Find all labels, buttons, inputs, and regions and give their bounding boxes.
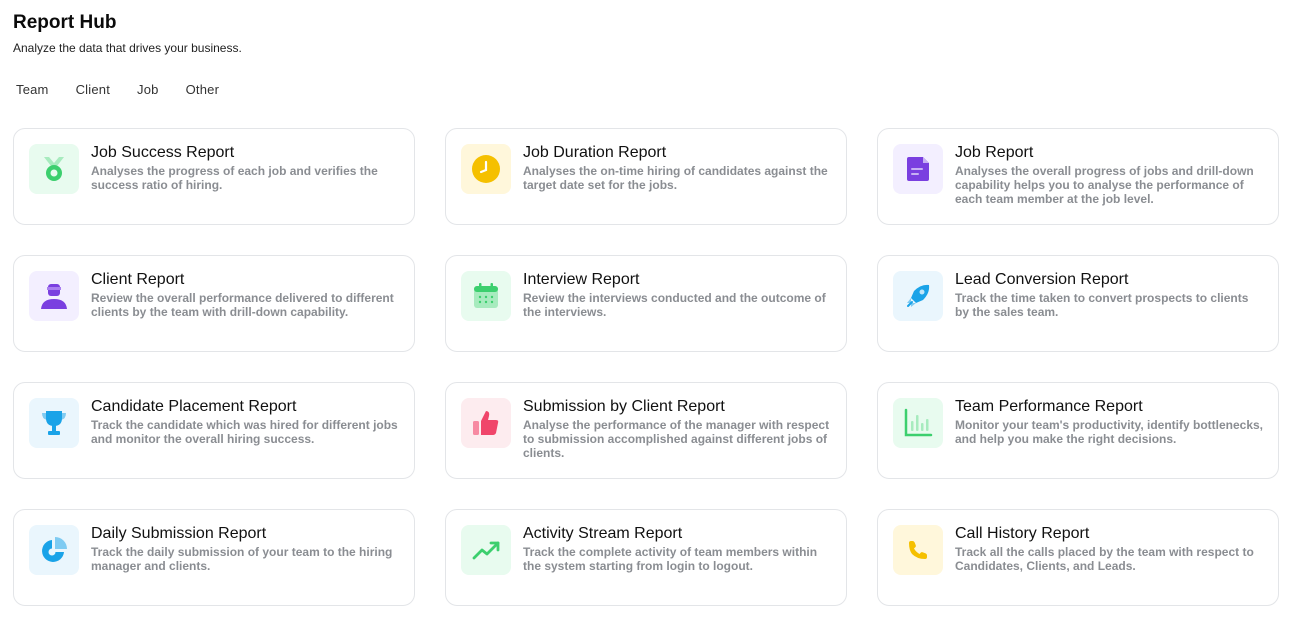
report-card-submission-by-client[interactable]: Submission by Client Report Analyse the … [445,382,847,479]
calendar-icon [472,282,500,310]
card-description: Track the daily submission of your team … [91,545,393,573]
card-title: Job Report [955,144,1034,161]
card-description: Analyses the overall progress of jobs an… [955,164,1254,206]
card-description: Track the candidate which was hired for … [91,418,398,446]
page-title: Report Hub [13,12,117,33]
report-card-lead-conversion[interactable]: Lead Conversion Report Track the time ta… [877,255,1279,352]
card-title: Job Success Report [91,144,235,161]
pie-chart-icon [39,535,69,565]
report-card-activity-stream[interactable]: Activity Stream Report Track the complet… [445,509,847,606]
icon-box [29,271,79,321]
icon-box [893,271,943,321]
card-title: Lead Conversion Report [955,271,1129,288]
card-title: Call History Report [955,525,1090,542]
category-tabs: Team Client Job Other [16,82,246,97]
icon-box [893,525,943,575]
report-hub-page: Report Hub Analyze the data that drives … [0,0,1294,625]
report-card-candidate-placement[interactable]: Candidate Placement Report Track the can… [13,382,415,479]
icon-box [461,398,511,448]
icon-box [461,525,511,575]
icon-box [893,398,943,448]
card-title: Submission by Client Report [523,398,725,415]
card-description: Track the time taken to convert prospect… [955,291,1249,319]
thumbs-up-icon [471,408,501,438]
report-grid: Job Success Report Analyses the progress… [13,128,1279,606]
rocket-icon [903,281,933,311]
report-card-client[interactable]: Client Report Review the overall perform… [13,255,415,352]
bar-chart-icon [903,408,933,438]
card-description: Review the interviews conducted and the … [523,291,826,319]
tab-client[interactable]: Client [76,82,110,97]
card-description: Review the overall performance delivered… [91,291,394,319]
report-card-job[interactable]: Job Report Analyses the overall progress… [877,128,1279,225]
report-card-team-performance[interactable]: Team Performance Report Monitor your tea… [877,382,1279,479]
page-subtitle: Analyze the data that drives your busine… [13,41,242,55]
card-title: Team Performance Report [955,398,1143,415]
card-title: Client Report [91,271,185,288]
card-title: Activity Stream Report [523,525,683,542]
report-card-call-history[interactable]: Call History Report Track all the calls … [877,509,1279,606]
card-description: Track the complete activity of team memb… [523,545,818,573]
phone-icon [906,538,930,562]
trend-up-icon [471,535,501,565]
icon-box [461,271,511,321]
report-card-job-duration[interactable]: Job Duration Report Analyses the on-time… [445,128,847,225]
clock-icon [471,154,501,184]
card-description: Track all the calls placed by the team w… [955,545,1254,573]
icon-box [29,525,79,575]
report-card-interview[interactable]: Interview Report Review the interviews c… [445,255,847,352]
report-card-daily-submission[interactable]: Daily Submission Report Track the daily … [13,509,415,606]
user-icon [39,281,69,311]
card-description: Monitor your team's productivity, identi… [955,418,1264,446]
card-title: Candidate Placement Report [91,398,297,415]
card-title: Interview Report [523,271,640,288]
card-description: Analyses the progress of each job and ve… [91,164,378,192]
card-description: Analyse the performance of the manager w… [523,418,830,460]
medal-icon [39,154,69,184]
report-card-job-success[interactable]: Job Success Report Analyses the progress… [13,128,415,225]
card-title: Job Duration Report [523,144,667,161]
document-icon [905,156,931,182]
trophy-icon [39,408,69,438]
icon-box [29,144,79,194]
icon-box [893,144,943,194]
card-description: Analyses the on-time hiring of candidate… [523,164,828,192]
icon-box [29,398,79,448]
tab-job[interactable]: Job [137,82,159,97]
tab-other[interactable]: Other [186,82,220,97]
tab-team[interactable]: Team [16,82,49,97]
icon-box [461,144,511,194]
card-title: Daily Submission Report [91,525,267,542]
